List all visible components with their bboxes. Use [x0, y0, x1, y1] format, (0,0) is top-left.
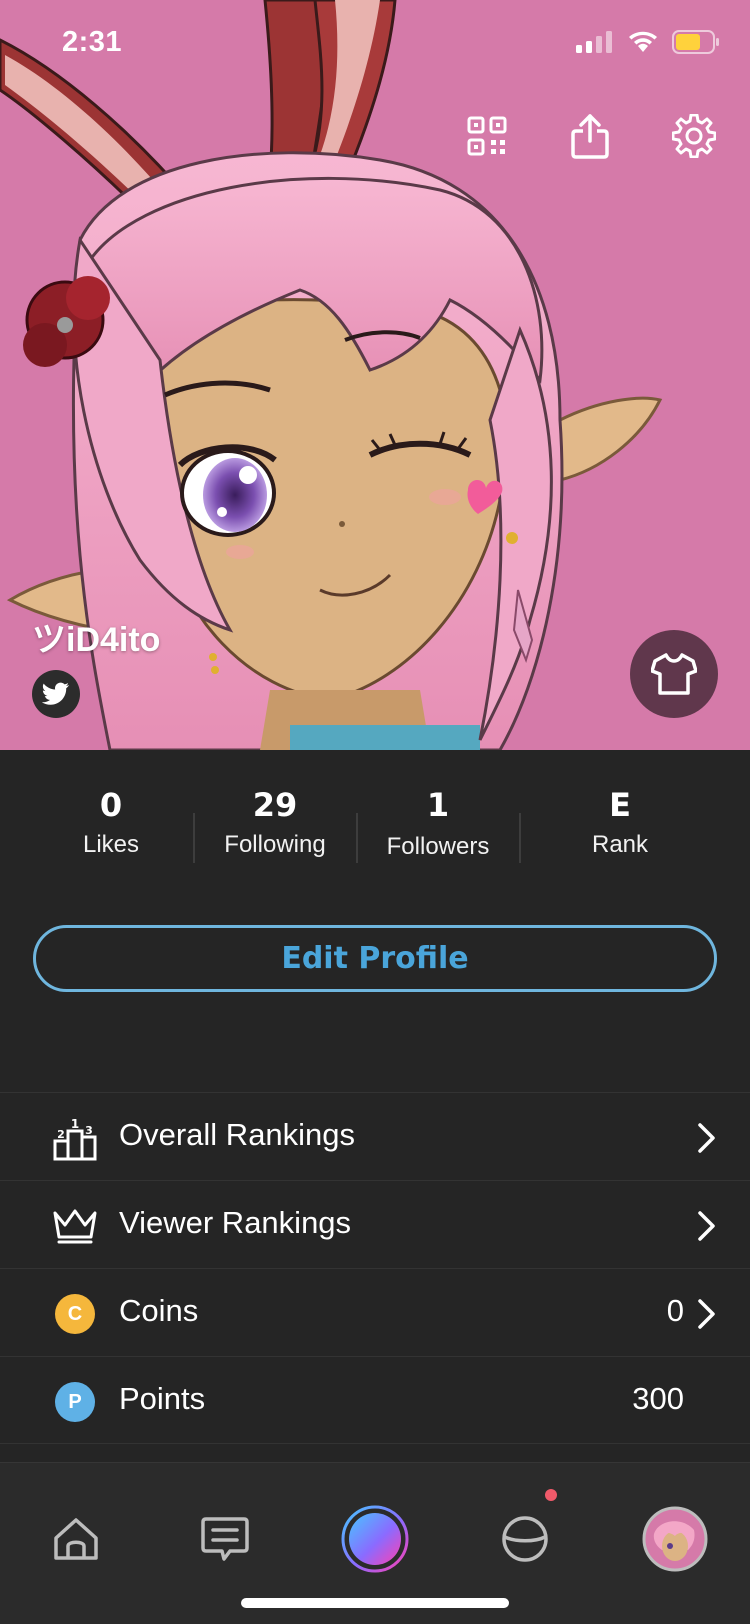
- menu-item-label: Points: [119, 1381, 206, 1416]
- qr-code-button[interactable]: [459, 108, 515, 164]
- profile-stats: 0 Likes 29 Following 1 Followers E Rank: [0, 785, 750, 895]
- svg-text:2: 2: [57, 1128, 65, 1141]
- chevron-right-icon: [698, 1211, 715, 1241]
- status-icons: [576, 30, 720, 54]
- twitter-bird-icon: [42, 682, 69, 705]
- stat-label: Followers: [386, 833, 490, 860]
- chevron-right-icon: [698, 1299, 715, 1329]
- live-orb-icon: [341, 1505, 409, 1573]
- stat-likes[interactable]: 0 Likes: [31, 785, 191, 859]
- coins-value: 0: [666, 1293, 684, 1328]
- points-badge: P: [55, 1382, 95, 1422]
- menu-item-label: Coins: [119, 1293, 199, 1328]
- profile-hero: 2:31 ツiD4ito: [0, 0, 750, 750]
- stat-following[interactable]: 29 Following: [195, 785, 355, 859]
- battery-icon: [672, 30, 719, 54]
- tab-profile[interactable]: [639, 1503, 711, 1575]
- outfit-button[interactable]: [630, 630, 718, 718]
- qr-code-icon: [467, 116, 507, 156]
- settings-button[interactable]: [666, 108, 722, 164]
- profile-menu: 1 2 3 Overall Rankings Viewer Rankings C…: [0, 1092, 750, 1444]
- gear-icon: [672, 114, 716, 158]
- stat-rank[interactable]: E Rank: [540, 785, 700, 859]
- tab-live[interactable]: [339, 1503, 411, 1575]
- menu-item-coins[interactable]: C Coins 0: [0, 1268, 750, 1356]
- status-bar: 2:31: [0, 0, 750, 90]
- explore-planet-icon: [502, 1516, 548, 1562]
- stat-label: Rank: [591, 831, 649, 858]
- menu-item-label: Viewer Rankings: [119, 1205, 352, 1240]
- stat-label: Likes: [82, 831, 140, 858]
- notification-dot: [545, 1489, 557, 1501]
- wifi-icon: [629, 31, 657, 52]
- status-time: 2:31: [62, 26, 123, 58]
- menu-item-points: P Points 300: [0, 1356, 750, 1444]
- signal-icon: [576, 31, 612, 53]
- points-icon: P: [52, 1379, 98, 1425]
- edit-profile-label: Edit Profile: [281, 941, 469, 976]
- stat-value: E: [609, 786, 631, 824]
- tshirt-icon: [651, 653, 697, 695]
- home-indicator: [241, 1598, 509, 1608]
- twitter-link-button[interactable]: [32, 670, 80, 718]
- svg-text:3: 3: [85, 1124, 93, 1137]
- stat-value: 0: [99, 786, 123, 824]
- home-icon: [54, 1518, 98, 1560]
- share-button[interactable]: [562, 108, 618, 164]
- coin-badge: C: [55, 1294, 95, 1334]
- share-icon: [571, 114, 609, 159]
- coin-icon: C: [52, 1291, 98, 1337]
- profile-avatar-icon: [642, 1506, 708, 1572]
- tab-messages[interactable]: [189, 1503, 261, 1575]
- menu-item-label: Overall Rankings: [119, 1117, 356, 1152]
- tab-home[interactable]: [40, 1503, 112, 1575]
- points-value: 300: [632, 1381, 684, 1416]
- menu-item-overall-rankings[interactable]: 1 2 3 Overall Rankings: [0, 1092, 750, 1180]
- stat-divider: [519, 813, 521, 863]
- stat-value: 1: [426, 786, 450, 824]
- crown-icon: [52, 1203, 98, 1249]
- svg-text:1: 1: [71, 1117, 79, 1131]
- chevron-right-icon: [698, 1123, 715, 1153]
- profile-top-actions: [0, 108, 750, 168]
- menu-item-viewer-rankings[interactable]: Viewer Rankings: [0, 1180, 750, 1268]
- stat-value: 29: [252, 786, 298, 824]
- podium-icon: 1 2 3: [52, 1115, 98, 1161]
- stat-label: Following: [224, 831, 326, 858]
- profile-display-name: ツiD4ito: [32, 621, 161, 659]
- tab-explore[interactable]: [489, 1503, 561, 1575]
- chat-icon: [201, 1517, 249, 1561]
- stat-followers[interactable]: 1 Followers: [358, 785, 518, 861]
- edit-profile-button[interactable]: Edit Profile: [33, 925, 717, 992]
